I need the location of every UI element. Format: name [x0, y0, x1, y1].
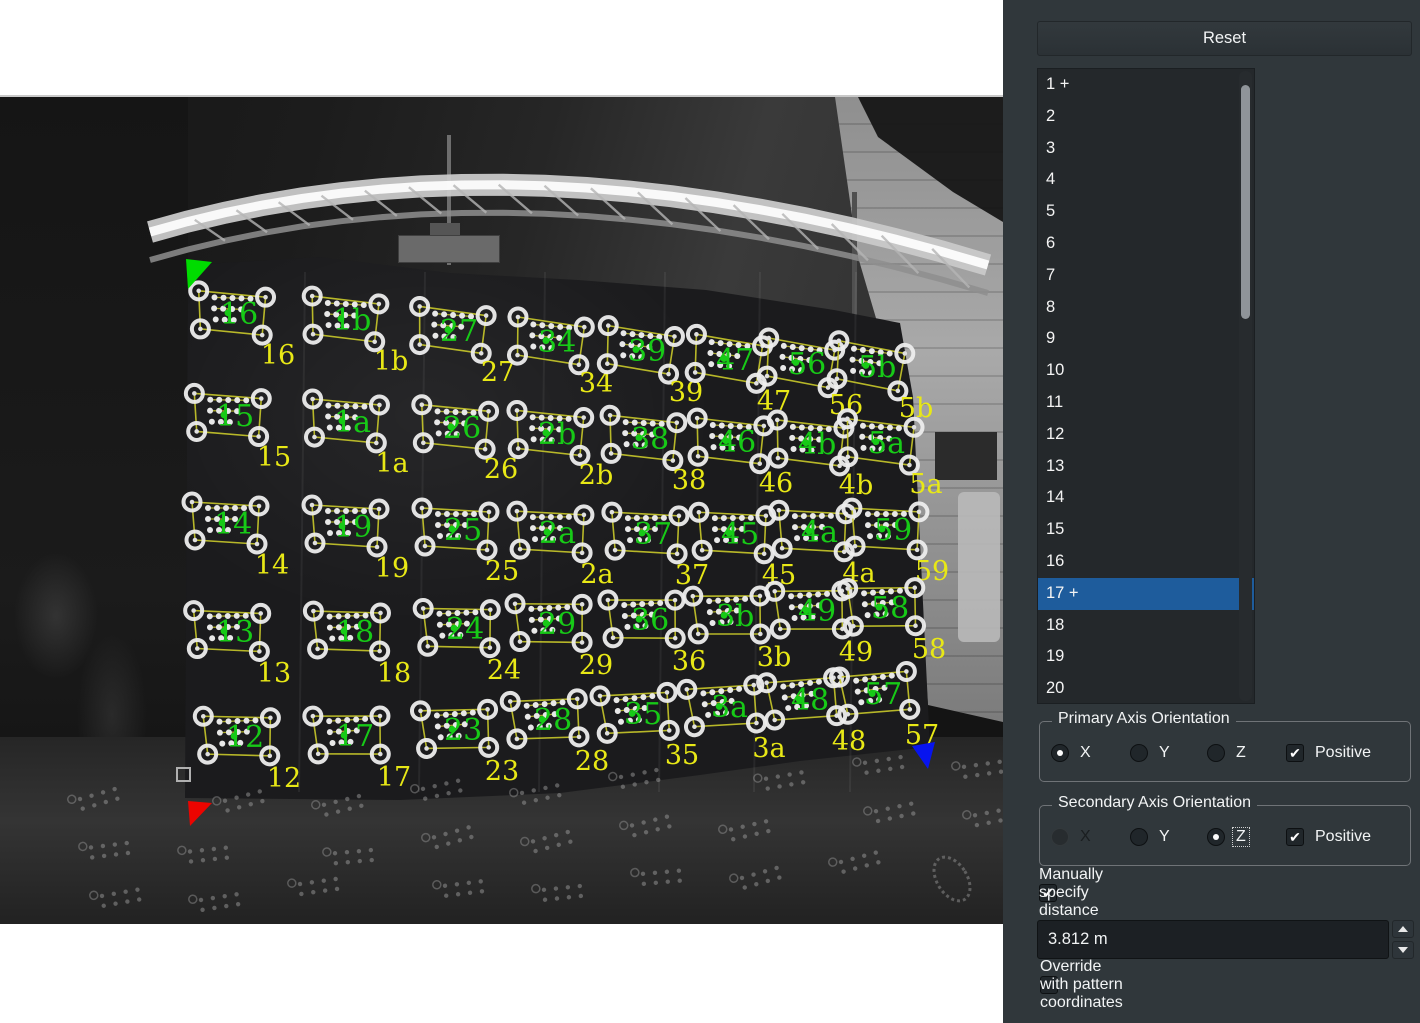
override-row: Override with pattern coordinates	[1040, 976, 1058, 994]
radio-z[interactable]	[1207, 828, 1225, 846]
radio-x[interactable]	[1051, 744, 1069, 762]
control-panel: Reset 1 +234567891011121314151617 +18192…	[1003, 0, 1420, 1023]
image-list-item[interactable]: 14	[1038, 482, 1254, 514]
image-list-item[interactable]: 11	[1038, 387, 1254, 419]
image-list-item[interactable]: 17 +	[1038, 578, 1254, 610]
image-list-item[interactable]: 1 +	[1038, 69, 1254, 101]
secondary-axis-group: Secondary Axis Orientation XYZ✔Positive	[1039, 805, 1411, 866]
distance-input[interactable]	[1037, 920, 1389, 959]
image-list-item[interactable]: 12	[1038, 419, 1254, 451]
axis-option-y: Y	[1130, 828, 1170, 846]
secondary-axis-title: Secondary Axis Orientation	[1052, 794, 1257, 812]
image-list-item[interactable]: 8	[1038, 292, 1254, 324]
image-list-item[interactable]: 4	[1038, 164, 1254, 196]
radio-label-x: X	[1080, 828, 1091, 846]
axis-option-y: Y	[1130, 744, 1170, 762]
image-list-item[interactable]: 13	[1038, 451, 1254, 483]
image-list-item[interactable]: 19	[1038, 641, 1254, 673]
image-list-item[interactable]: 7	[1038, 260, 1254, 292]
positive-checkbox[interactable]: ✔	[1286, 744, 1304, 762]
image-list-item[interactable]: 3	[1038, 133, 1254, 165]
spin-up-button[interactable]	[1392, 920, 1414, 938]
up-arrow-icon	[1398, 926, 1408, 932]
axis-option-x: X	[1051, 828, 1091, 846]
board-light	[180, 247, 940, 807]
scrollbar-track[interactable]	[1239, 71, 1252, 701]
image-list-item[interactable]: 2	[1038, 101, 1254, 133]
image-list-item[interactable]: 20	[1038, 673, 1254, 704]
primary-axis-title: Primary Axis Orientation	[1052, 710, 1236, 728]
spin-down-button[interactable]	[1392, 941, 1414, 959]
camera-image: 16161b1b272734343939474756565b5b15151a1a…	[0, 95, 1003, 924]
image-list-item[interactable]: 5	[1038, 196, 1254, 228]
radio-x[interactable]	[1051, 828, 1069, 846]
manual-distance-row: ✔ Manually specify distance	[1039, 884, 1057, 902]
radio-label-y: Y	[1159, 744, 1170, 762]
radio-label-x: X	[1080, 744, 1091, 762]
radio-label-y: Y	[1159, 828, 1170, 846]
image-list-item[interactable]: 16	[1038, 546, 1254, 578]
radio-y[interactable]	[1130, 744, 1148, 762]
override-label: Override with pattern coordinates	[1040, 958, 1123, 1012]
radio-label-z: Z	[1232, 827, 1250, 847]
positive-option: ✔ Positive	[1286, 828, 1371, 846]
image-list[interactable]: 1 +234567891011121314151617 +181920	[1037, 68, 1255, 704]
projector-mount	[430, 223, 460, 235]
truss-pole	[852, 192, 857, 327]
axis-option-x: X	[1051, 744, 1091, 762]
positive-label: Positive	[1315, 744, 1371, 762]
positive-checkbox[interactable]: ✔	[1286, 828, 1304, 846]
axis-option-z: Z	[1207, 744, 1246, 762]
reset-button[interactable]: Reset	[1037, 21, 1412, 56]
primary-axis-group: Primary Axis Orientation XYZ✔Positive	[1039, 721, 1411, 782]
axis-option-z: Z	[1207, 828, 1246, 846]
wall-pillar	[958, 492, 1000, 642]
positive-option: ✔ Positive	[1286, 744, 1371, 762]
radio-label-z: Z	[1236, 744, 1246, 762]
image-list-item[interactable]: 9	[1038, 323, 1254, 355]
distance-spinner	[1392, 920, 1414, 959]
down-arrow-icon	[1398, 947, 1408, 953]
manual-distance-label: Manually specify distance	[1039, 866, 1103, 920]
wall-sign	[935, 432, 997, 480]
image-list-items: 1 +234567891011121314151617 +181920	[1038, 69, 1254, 704]
image-list-item[interactable]: 6	[1038, 228, 1254, 260]
image-list-item[interactable]: 18	[1038, 610, 1254, 642]
scrollbar-thumb[interactable]	[1241, 85, 1250, 319]
projector-box	[398, 235, 500, 263]
image-list-item[interactable]: 10	[1038, 355, 1254, 387]
image-list-item[interactable]: 15	[1038, 514, 1254, 546]
radio-y[interactable]	[1130, 828, 1148, 846]
positive-label: Positive	[1315, 828, 1371, 846]
radio-z[interactable]	[1207, 744, 1225, 762]
